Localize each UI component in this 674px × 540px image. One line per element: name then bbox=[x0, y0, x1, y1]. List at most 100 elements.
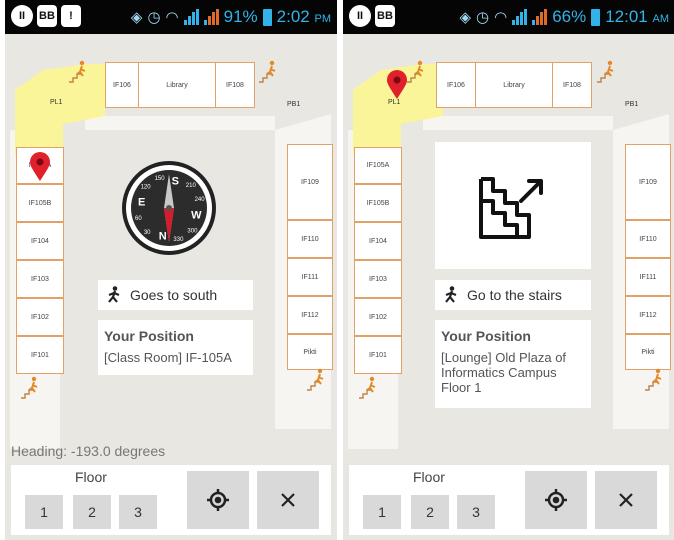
floor-2-button[interactable]: 2 bbox=[73, 495, 111, 529]
stairs-panel bbox=[435, 142, 591, 269]
map-pin-icon bbox=[387, 70, 407, 99]
floor-3-button[interactable]: 3 bbox=[457, 495, 495, 529]
compass-tick-150: 150 bbox=[155, 176, 166, 182]
compass-tick-240: 240 bbox=[195, 197, 206, 203]
pause-icon: II bbox=[11, 5, 33, 27]
room-if105b[interactable]: IF105B bbox=[16, 184, 64, 222]
label-pb1: PB1 bbox=[625, 101, 639, 108]
floor-label: Floor bbox=[413, 469, 445, 485]
battery-icon bbox=[591, 8, 601, 26]
label-pl1: PL1 bbox=[388, 99, 401, 106]
bbm-icon: BB bbox=[375, 5, 395, 27]
compass-dial: NESW3060120150210240300330 bbox=[122, 161, 216, 255]
clock: 12:01 AM bbox=[605, 7, 669, 26]
gps-locate-icon bbox=[207, 489, 229, 511]
room-library[interactable]: Library bbox=[138, 62, 216, 108]
room-if101[interactable]: IF101 bbox=[354, 336, 402, 374]
floor-map[interactable]: IF106 Library IF108 PL1 PB1 IF105A IF105… bbox=[5, 34, 337, 464]
signal-icon-2 bbox=[532, 9, 548, 25]
stairs-person-icon bbox=[407, 60, 424, 83]
room-if110[interactable]: IF110 bbox=[625, 220, 671, 258]
bottom-controls: Floor 1 2 3 bbox=[349, 465, 669, 535]
floor-label: Floor bbox=[75, 469, 107, 485]
gps-locate-icon bbox=[545, 489, 567, 511]
room-if103[interactable]: IF103 bbox=[354, 260, 402, 298]
signal-icon bbox=[512, 9, 528, 25]
room-if104[interactable]: IF104 bbox=[16, 222, 64, 260]
room-if112[interactable]: IF112 bbox=[287, 296, 333, 334]
room-pikti[interactable]: Pikti bbox=[287, 334, 333, 370]
compass-tick-60: 60 bbox=[135, 216, 142, 222]
room-if103[interactable]: IF103 bbox=[16, 260, 64, 298]
position-title: Your Position bbox=[104, 328, 194, 344]
walking-person-icon bbox=[445, 286, 457, 303]
compass-letter-w: W bbox=[191, 209, 202, 221]
clock: 2:02 PM bbox=[276, 7, 331, 26]
alarm-icon: ◷ bbox=[476, 9, 490, 26]
wifi-icon: ◠ bbox=[165, 9, 179, 26]
wifi-icon: ◠ bbox=[494, 9, 508, 26]
signal-icon bbox=[183, 9, 199, 25]
room-if102[interactable]: IF102 bbox=[16, 298, 64, 336]
stairs-person-icon-2 bbox=[597, 60, 614, 83]
battery-percent: 91% bbox=[223, 7, 258, 26]
room-if110[interactable]: IF110 bbox=[287, 220, 333, 258]
compass-letter-e: E bbox=[138, 197, 145, 209]
stairs-person-icon-4 bbox=[307, 368, 324, 391]
notification-icon: ! bbox=[61, 5, 81, 27]
close-icon bbox=[619, 493, 633, 507]
bottom-controls: Floor 1 2 3 bbox=[11, 465, 331, 535]
battery-percent: 66% bbox=[552, 7, 587, 26]
compass-tick-330: 330 bbox=[173, 237, 184, 243]
floor-3-button[interactable]: 3 bbox=[119, 495, 157, 529]
bbm-icon: BB bbox=[37, 5, 57, 27]
compass-tick-120: 120 bbox=[141, 185, 152, 191]
stairs-person-icon bbox=[69, 60, 86, 83]
locate-button[interactable] bbox=[187, 471, 249, 529]
room-if111[interactable]: IF111 bbox=[287, 258, 333, 296]
compass-tick-300: 300 bbox=[187, 228, 198, 234]
label-pb1: PB1 bbox=[287, 101, 301, 108]
stairs-person-icon-4 bbox=[645, 368, 662, 391]
floor-1-button[interactable]: 1 bbox=[363, 495, 401, 529]
compass-letter-n: N bbox=[159, 230, 167, 242]
room-if105b[interactable]: IF105B bbox=[354, 184, 402, 222]
compass-tick-210: 210 bbox=[186, 183, 197, 189]
room-pikti[interactable]: Pikti bbox=[625, 334, 671, 370]
room-if104[interactable]: IF104 bbox=[354, 222, 402, 260]
close-icon bbox=[281, 493, 295, 507]
room-if108[interactable]: IF108 bbox=[215, 62, 255, 108]
room-if105a[interactable]: IF105A bbox=[354, 147, 402, 184]
alarm-icon: ◷ bbox=[147, 9, 161, 26]
locate-button[interactable] bbox=[525, 471, 587, 529]
room-if102[interactable]: IF102 bbox=[354, 298, 402, 336]
room-if108[interactable]: IF108 bbox=[552, 62, 592, 108]
label-pl1: PL1 bbox=[50, 99, 63, 106]
room-if109[interactable]: IF109 bbox=[625, 144, 671, 220]
room-if101[interactable]: IF101 bbox=[16, 336, 64, 374]
pause-icon: II bbox=[349, 5, 371, 27]
room-if112[interactable]: IF112 bbox=[625, 296, 671, 334]
floor-1-button[interactable]: 1 bbox=[25, 495, 63, 529]
position-panel: Your Position [Lounge] Old Plaza of Info… bbox=[435, 320, 591, 408]
room-if111[interactable]: IF111 bbox=[625, 258, 671, 296]
vibrate-icon: ◈ bbox=[130, 9, 143, 26]
floor-2-button[interactable]: 2 bbox=[411, 495, 449, 529]
map-pin-icon bbox=[30, 152, 50, 181]
screen-compass: II BB ! ◈ ◷ ◠ 91% 2:02 PM IF106 Library … bbox=[5, 0, 337, 540]
position-text: [Class Room] IF-105A bbox=[104, 350, 232, 365]
room-if109[interactable]: IF109 bbox=[287, 144, 333, 220]
stairs-person-icon-3 bbox=[21, 376, 38, 399]
status-bar: II BB ! ◈ ◷ ◠ 91% 2:02 PM bbox=[5, 0, 337, 34]
status-bar: II BB ◈ ◷ ◠ 66% 12:01 AM bbox=[343, 0, 674, 34]
stairs-up-icon bbox=[479, 176, 543, 239]
direction-panel: Go to the stairs bbox=[435, 280, 591, 310]
compass-letter-s: S bbox=[172, 176, 179, 188]
screen-stairs: II BB ◈ ◷ ◠ 66% 12:01 AM IF106 Library I… bbox=[343, 0, 674, 540]
room-library[interactable]: Library bbox=[475, 62, 553, 108]
room-if106[interactable]: IF106 bbox=[105, 62, 139, 108]
direction-text: Goes to south bbox=[130, 287, 218, 303]
room-if106[interactable]: IF106 bbox=[436, 62, 476, 108]
close-button[interactable] bbox=[257, 471, 319, 529]
close-button[interactable] bbox=[595, 471, 657, 529]
